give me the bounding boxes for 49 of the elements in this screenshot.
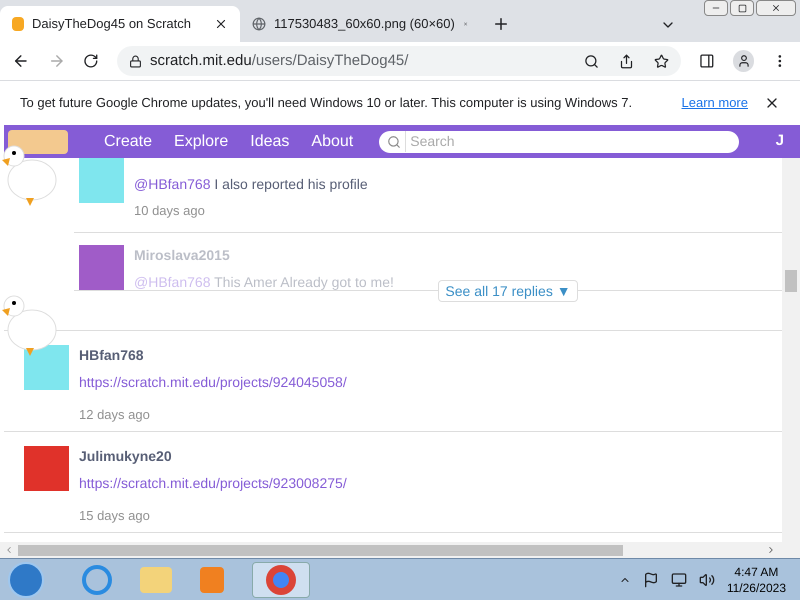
url-text: scratch.mit.edu/users/DaisyTheDog45/ bbox=[150, 50, 410, 71]
lock-icon bbox=[128, 54, 142, 68]
nav-link[interactable]: About bbox=[311, 130, 354, 154]
nav-link[interactable]: Ideas bbox=[250, 130, 290, 154]
browser-tab[interactable]: 117530483_60x60.png (60×60) bbox=[240, 6, 480, 42]
maximize-icon bbox=[738, 4, 746, 12]
clock-date[interactable]: 11/26/2023 bbox=[726, 580, 786, 596]
learn-more-link[interactable]: Learn more bbox=[682, 93, 748, 113]
chrome-taskbar-button[interactable] bbox=[252, 562, 310, 598]
search-icon[interactable] bbox=[584, 54, 600, 68]
comment-text: @HBfan768 This Amer Already got to me! bbox=[134, 273, 394, 292]
vertical-scrollbar[interactable] bbox=[782, 158, 800, 542]
nav-edge-text: J bbox=[776, 131, 784, 152]
clock-time[interactable]: 4:47 AM bbox=[734, 564, 778, 580]
comment-text: @HBfan768 I also reported his profile bbox=[134, 175, 368, 194]
project-link[interactable]: https://scratch.mit.edu/projects/923008275/ bbox=[79, 473, 347, 494]
tab-title: 117530483_60x60.png (60×60) bbox=[274, 15, 455, 34]
flag-icon[interactable] bbox=[642, 572, 659, 588]
comment-time: 10 days ago bbox=[134, 202, 206, 220]
close-icon bbox=[771, 3, 781, 13]
maximize-button[interactable] bbox=[730, 0, 754, 16]
comment-author[interactable]: HBfan768 bbox=[79, 345, 347, 366]
side-panel-icon[interactable] bbox=[699, 53, 715, 69]
close-window-button[interactable] bbox=[756, 0, 796, 16]
project-link[interactable]: https://scratch.mit.edu/projects/924045058/ bbox=[79, 372, 347, 393]
update-message: To get future Google Chrome updates, you'll need Windows 10 or later. This computer is using Windows 7. bbox=[20, 94, 634, 112]
new-tab-icon[interactable] bbox=[492, 15, 510, 33]
see-all-replies-button[interactable]: See all 17 replies ▼ bbox=[438, 280, 578, 302]
nav-link[interactable]: Create bbox=[104, 130, 152, 154]
address-field[interactable]: scratch.mit.edu/users/DaisyTheDog45/ bbox=[116, 46, 682, 76]
comment-time: 12 days ago bbox=[79, 406, 151, 424]
speaker-icon[interactable] bbox=[698, 572, 715, 588]
network-icon[interactable] bbox=[670, 572, 687, 588]
scratch-favicon-icon bbox=[12, 17, 24, 31]
share-icon[interactable] bbox=[619, 54, 634, 68]
tab-title: DaisyTheDog45 on Scratch bbox=[32, 15, 192, 34]
globe-icon bbox=[252, 17, 266, 31]
start-button[interactable] bbox=[8, 562, 44, 598]
horizontal-scrollbar[interactable] bbox=[0, 542, 800, 558]
nav-link[interactable]: Explore bbox=[174, 130, 228, 154]
browser-tab[interactable]: DaisyTheDog45 on Scratch bbox=[0, 6, 240, 42]
search-icon bbox=[387, 134, 402, 148]
star-icon[interactable] bbox=[654, 54, 670, 68]
profile-icon[interactable] bbox=[732, 50, 754, 72]
reload-icon[interactable] bbox=[83, 53, 99, 69]
comment-author[interactable]: Julimukyne20 bbox=[79, 446, 347, 467]
close-icon[interactable] bbox=[214, 17, 228, 31]
comment-time: 15 days ago bbox=[79, 507, 151, 525]
scratch-logo-icon bbox=[8, 130, 68, 154]
